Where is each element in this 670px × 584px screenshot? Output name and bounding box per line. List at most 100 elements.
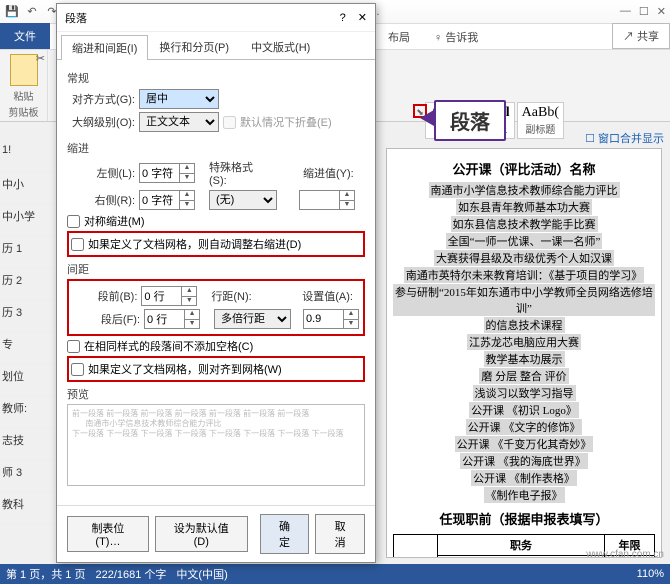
doc-line: 如东县青年教师基本功大赛 (393, 199, 655, 215)
doc-line: 全国“一师一优课、一课一名师” (393, 233, 655, 249)
setat-input[interactable] (303, 309, 343, 329)
dialog-help-icon[interactable]: ? (340, 12, 346, 24)
default-button[interactable]: 设为默认值(D) (155, 516, 248, 552)
doc-left-snippet: 1! (0, 140, 54, 172)
mirror-indent-checkbox[interactable] (67, 215, 80, 228)
doc-heading-1: 公开课（评比活动）名称 (393, 159, 655, 178)
section-spacing: 间距 (67, 261, 365, 277)
right-indent-label: 右侧(R): (67, 192, 135, 208)
undo-icon[interactable]: ↶ (24, 4, 40, 20)
file-tab[interactable]: 文件 (0, 23, 50, 49)
tab-indent-spacing[interactable]: 缩进和间距(I) (61, 35, 148, 60)
style-subtitle[interactable]: AaBb(副标题 (517, 102, 564, 139)
highlight-grid-indent: 如果定义了文档网格，则自动调整右缩进(D) (67, 231, 365, 257)
doc-heading-2: 任现职前（报据申报表填写） (393, 509, 655, 528)
dialog-title: 段落 (65, 10, 340, 26)
doc-left-snippet: 教师: (0, 396, 54, 428)
tab-asian[interactable]: 中文版式(H) (240, 34, 321, 59)
clipboard-group-label: 剪贴板 (9, 104, 39, 119)
doc-line: 参与研制“2015年如东通市中小学教师全员网络选修培训” (393, 284, 655, 316)
outline-select[interactable]: 正文文本 (139, 112, 219, 132)
indent-by-input[interactable] (299, 190, 339, 210)
doc-line: 大赛获得县级及市级优秀个人如汉课 (393, 250, 655, 266)
doc-line: 如东县信息技术教学能手比赛 (393, 216, 655, 232)
after-input[interactable] (144, 309, 184, 329)
doc-left-snippet: 中小 (0, 172, 54, 204)
highlight-line-spacing: 段前(B): ▲▼ 行距(N): 设置值(A): 段后(F): ▲▼ 多倍行距 … (67, 279, 365, 336)
cut-icon[interactable]: ✂ (36, 52, 45, 65)
status-page[interactable]: 第 1 页，共 1 页 (6, 566, 85, 582)
collapse-checkbox[interactable] (223, 116, 236, 129)
line-spacing-select[interactable]: 多倍行距 (214, 309, 291, 329)
before-label: 段前(B): (73, 288, 137, 304)
left-indent-spinner[interactable]: ▲▼ (179, 163, 195, 183)
minimize-icon[interactable]: — (620, 5, 631, 18)
indent-by-spinner[interactable]: ▲▼ (339, 190, 355, 210)
doc-line: 南通市小学信息技术教师综合能力评比 (393, 182, 655, 198)
section-general: 常规 (67, 70, 365, 86)
setat-spinner[interactable]: ▲▼ (343, 309, 359, 329)
doc-line: 江苏龙芯电脑应用大赛 (393, 334, 655, 350)
tab-layout[interactable]: 布局 (376, 25, 422, 49)
grid-snap-checkbox[interactable] (71, 363, 84, 376)
tell-me[interactable]: ♀ 告诉我 (422, 25, 490, 49)
outline-label: 大纲级别(O): (67, 114, 135, 130)
paste-label: 粘贴 (14, 88, 34, 103)
share-button[interactable]: ↗ 共享 (612, 23, 670, 49)
doc-line: 公开课 《我的海底世界》 (393, 453, 655, 469)
cancel-button[interactable]: 取消 (315, 514, 365, 554)
status-zoom[interactable]: 110% (637, 568, 664, 580)
before-input[interactable] (141, 286, 181, 306)
watermark: www.cfan.com.cn (586, 549, 664, 560)
doc-line: 南通市英特尔未来教育培训：《基于项目的学习》 (393, 267, 655, 283)
special-select[interactable]: (无) (209, 190, 277, 210)
doc-line: 浅谈习以致学习指导 (393, 385, 655, 401)
paragraph-dialog: 段落 ? ✕ 缩进和间距(I) 换行和分页(P) 中文版式(H) 常规 对齐方式… (56, 3, 376, 563)
doc-left-snippet: 中小学 (0, 204, 54, 236)
tab-line-breaks[interactable]: 换行和分页(P) (148, 34, 240, 59)
doc-left-snippet: 历 1 (0, 236, 54, 268)
alignment-select[interactable]: 居中 (139, 89, 219, 109)
line-spacing-label: 行距(N): (211, 288, 268, 304)
doc-line: 教学基本功展示 (393, 351, 655, 367)
indent-by-label: 缩进值(Y): (303, 165, 363, 181)
grid-indent-checkbox[interactable] (71, 238, 84, 251)
doc-left-snippet: 教科 (0, 492, 54, 524)
setat-label: 设置值(A): (302, 288, 359, 304)
doc-line: 公开课 《千变万化其奇妙》 (393, 436, 655, 452)
nospace-checkbox[interactable] (67, 340, 80, 353)
doc-left-snippet: 师 3 (0, 460, 54, 492)
doc-left-snippet: 历 2 (0, 268, 54, 300)
special-label: 特殊格式(S): (209, 159, 269, 187)
doc-line: 《制作电子报》 (393, 487, 655, 503)
right-indent-spinner[interactable]: ▲▼ (179, 190, 195, 210)
doc-left-snippet: 专 (0, 332, 54, 364)
close-icon[interactable]: ✕ (657, 5, 666, 18)
document-area: 公开课（评比活动）名称 南通市小学信息技术教师综合能力评比如东县青年教师基本功大… (386, 148, 662, 558)
highlight-grid-snap: 如果定义了文档网格，则对齐到网格(W) (67, 356, 365, 382)
doc-line: 公开课 《制作表格》 (393, 470, 655, 486)
right-indent-input[interactable] (139, 190, 179, 210)
doc-line: 磨 分层 整合 评价 (393, 368, 655, 384)
status-words[interactable]: 222/1681 个字 (95, 566, 166, 582)
doc-left-snippet: 划位 (0, 364, 54, 396)
status-bar: 第 1 页，共 1 页 222/1681 个字 中文(中国) 110% (0, 564, 670, 584)
after-spinner[interactable]: ▲▼ (184, 309, 200, 329)
dialog-close-icon[interactable]: ✕ (358, 11, 367, 24)
left-indent-input[interactable] (139, 163, 179, 183)
ok-button[interactable]: 确定 (260, 514, 310, 554)
paste-icon[interactable] (10, 54, 38, 86)
preview-box: 前一段落 前一段落 前一段落 前一段落 前一段落 前一段落 前一段落 南通市小学… (67, 404, 365, 486)
doc-left-snippet: 志技 (0, 428, 54, 460)
doc-left-snippet: 历 3 (0, 300, 54, 332)
window-merge-link[interactable]: ☐ 窗口合并显示 (585, 130, 664, 146)
preview-label: 预览 (67, 386, 365, 402)
callout: 段落 (434, 100, 506, 141)
maximize-icon[interactable]: ☐ (639, 5, 649, 18)
save-icon[interactable]: 💾 (4, 4, 20, 20)
tabs-button[interactable]: 制表位(T)… (67, 516, 149, 552)
before-spinner[interactable]: ▲▼ (181, 286, 197, 306)
doc-line: 公开课 《文字的修饰》 (393, 419, 655, 435)
status-lang[interactable]: 中文(中国) (176, 566, 227, 582)
alignment-label: 对齐方式(G): (67, 91, 135, 107)
